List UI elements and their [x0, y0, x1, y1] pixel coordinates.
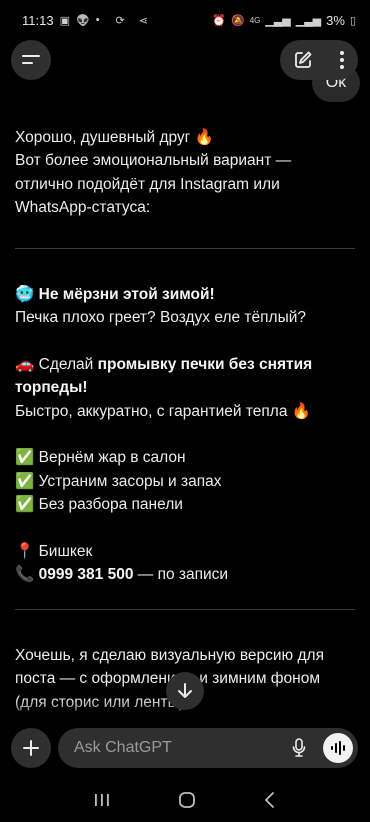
alarm-icon: ⏰	[212, 14, 226, 27]
waveform-icon	[331, 741, 345, 755]
followup-line-1: Хочешь, я сделаю визуальную версию для	[15, 646, 324, 664]
status-bar: 11:13 ▣ 👽 • ⟳ ⋖ ⏰ 🔕 4G ▁▃▅ ▁▃▅ 3% ▯	[0, 0, 370, 40]
message-input[interactable]	[72, 738, 276, 758]
menu-button[interactable]	[11, 40, 51, 80]
offer-tail: Быстро, аккуратно, с гарантией тепла 🔥	[15, 402, 312, 420]
divider	[15, 247, 355, 249]
offer-bold-2: торпеды!	[15, 379, 88, 397]
plus-icon	[23, 740, 39, 756]
check-icon: ✅	[15, 496, 35, 514]
share-icon: ⋖	[138, 14, 148, 27]
cold-face-emoji: 🥶	[15, 285, 35, 303]
car-emoji: 🚗	[15, 355, 35, 373]
intro-line-1: Хорошо, душевный друг 🔥	[15, 129, 214, 146]
status-time: 11:13	[22, 12, 54, 28]
more-vertical-icon	[340, 51, 344, 69]
signal-2-icon: ▁▃▅	[295, 14, 322, 27]
back-button[interactable]	[263, 791, 277, 809]
battery-level: 3%	[326, 12, 345, 28]
sync-icon: ⟳	[115, 14, 125, 27]
recent-apps-icon	[95, 794, 110, 806]
offer-line-1: 🚗 Сделай промывку печки без снятия	[15, 353, 355, 376]
city-line: 📍 Бишкек	[15, 540, 355, 563]
check-item: ✅ Без разбора панели	[15, 493, 355, 516]
phone-line: 📞 0999 381 500 — по записи	[15, 563, 355, 586]
city-text: Бишкек	[38, 543, 93, 561]
system-nav-bar	[0, 778, 370, 822]
back-icon	[264, 792, 274, 808]
recent-apps-button[interactable]	[93, 792, 111, 808]
offer-prefix: Сделай	[38, 355, 94, 373]
edit-icon	[295, 51, 312, 68]
scroll-down-button[interactable]	[166, 672, 204, 710]
alien-icon: 👽	[75, 14, 90, 27]
check-icon: ✅	[15, 472, 35, 490]
gallery-icon: ▣	[59, 14, 70, 27]
header-actions	[280, 40, 358, 80]
status-right: ⏰ 🔕 4G ▁▃▅ ▁▃▅ 3% ▯	[212, 13, 356, 28]
headline-text: Не мёрзни этой зимой!	[38, 285, 215, 303]
message-input-container	[58, 728, 358, 768]
pin-icon: 📍	[15, 543, 35, 561]
check-icon: ✅	[15, 449, 35, 467]
phone-icon: 📞	[15, 566, 35, 584]
check-item: ✅ Устраним засоры и запах	[15, 470, 355, 493]
mute-icon: 🔕	[230, 14, 245, 27]
dot-icon: •	[95, 14, 100, 26]
voice-mode-button[interactable]	[323, 733, 353, 763]
phone-tail: — по записи	[137, 566, 229, 584]
mic-button[interactable]	[292, 738, 306, 763]
divider	[15, 608, 355, 610]
phone-number: 0999 381 500	[38, 566, 134, 584]
intro-line-2: Вот более эмоциональный вариант —	[15, 152, 292, 170]
assistant-message: Хорошо, душевный друг 🔥 Вот более эмоцио…	[15, 126, 355, 714]
check-text: Устраним засоры и запах	[38, 472, 222, 490]
composer	[0, 728, 370, 772]
home-icon	[179, 792, 195, 808]
check-text: Вернём жар в салон	[38, 449, 186, 467]
intro-line-4: WhatsApp-статуса:	[15, 199, 151, 217]
headline-line: 🥶 Не мёрзни этой зимой!	[15, 283, 355, 306]
check-item: ✅ Вернём жар в салон	[15, 446, 355, 469]
attach-button[interactable]	[11, 728, 51, 768]
status-left: 11:13 ▣ 👽 • ⟳ ⋖	[22, 13, 148, 28]
signal-icon: ▁▃▅	[265, 14, 291, 27]
arrow-down-icon	[178, 683, 192, 698]
offer-bold-1: промывку печки без снятия	[97, 355, 313, 373]
new-chat-button[interactable]	[293, 50, 313, 70]
more-options-button[interactable]	[339, 50, 345, 70]
network-label: 4G	[249, 15, 261, 25]
check-text: Без разбора панели	[38, 496, 183, 514]
battery-icon: ▯	[349, 14, 356, 27]
menu-icon	[22, 55, 40, 64]
microphone-icon	[292, 738, 306, 757]
problem-line: Печка плохо греет? Воздух еле тёплый?	[15, 309, 307, 327]
home-button[interactable]	[178, 791, 196, 809]
intro-line-3: отлично подойдёт для Instagram или	[15, 175, 280, 193]
